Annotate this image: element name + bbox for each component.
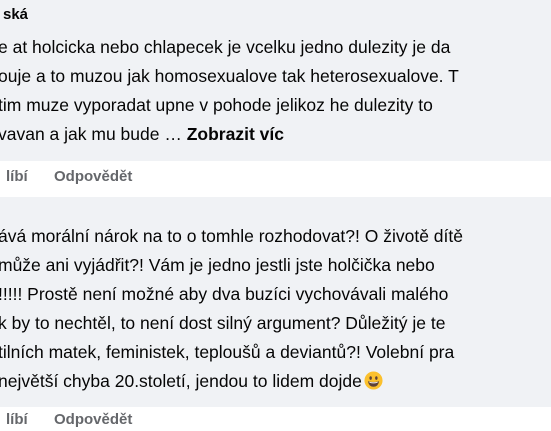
comment-bubble-2: ává morální nárok na to o tomhle rozhodo…: [0, 197, 551, 407]
comment-line: tim muze vyporadat upne v pohode jelikoz…: [0, 95, 433, 115]
comment-text: e at holcicka nebo chlapecek je vcelku j…: [0, 33, 551, 149]
comment-line-text: největší chyba 20.století, jendou to lid…: [0, 371, 362, 391]
comment-line-text: vavan a jak mu bude …: [0, 124, 187, 144]
comment-line: e at holcicka nebo chlapecek je vcelku j…: [0, 37, 451, 57]
comment-line: ouje a to muzou jak homosexualove tak he…: [0, 66, 459, 86]
reply-button[interactable]: Odpovědět: [54, 411, 132, 429]
comment-line: může ani vyjádřit?! Vám je jedno jestli …: [0, 255, 435, 275]
comment-line: ává morální nárok na to o tomhle rozhodo…: [0, 226, 463, 246]
comment-thread: ská e at holcicka nebo chlapecek je vcel…: [0, 0, 551, 431]
comment-line-last: vavan a jak mu bude … Zobrazit víc: [0, 120, 551, 149]
comment-line-last: největší chyba 20.století, jendou to lid…: [0, 367, 551, 396]
comment-line: !!!!! Prostě není možné aby dva buzíci v…: [0, 284, 449, 304]
comment-line: k by to nechtěl, to není dost silný argu…: [0, 313, 446, 333]
reply-button[interactable]: Odpovědět: [54, 168, 132, 186]
comment-text: ává morální nárok na to o tomhle rozhodo…: [0, 222, 551, 396]
comment-bubble-1: ská e at holcicka nebo chlapecek je vcel…: [0, 0, 551, 161]
like-button[interactable]: líbí: [6, 168, 28, 186]
see-more-link[interactable]: Zobrazit víc: [187, 124, 284, 144]
like-button[interactable]: líbí: [6, 411, 28, 429]
comment-author[interactable]: ská: [3, 6, 28, 24]
grinning-face-emoji: [364, 371, 383, 390]
comment-line: tilních matek, feministek, teploušů a de…: [0, 342, 455, 362]
